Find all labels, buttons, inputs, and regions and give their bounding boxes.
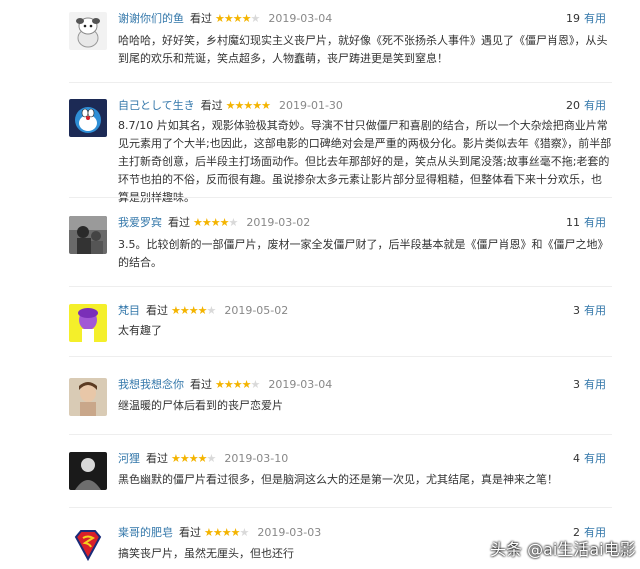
useful-count: 3 <box>573 304 580 317</box>
useful-count: 19 <box>566 12 580 25</box>
useful-button[interactable]: 有用 <box>584 99 606 112</box>
purple-head-avatar[interactable] <box>69 304 107 342</box>
review-date: 2019-03-04 <box>268 378 333 391</box>
divider <box>69 286 612 287</box>
useful-count: 11 <box>566 216 580 229</box>
superman-logo-avatar[interactable] <box>69 526 107 564</box>
review-text: 太有趣了 <box>118 324 162 337</box>
sheep-avatar[interactable] <box>69 12 107 50</box>
star-rating: ★★★★★ <box>171 304 216 317</box>
divider <box>69 507 612 508</box>
divider <box>69 356 612 357</box>
useful-button[interactable]: 有用 <box>584 304 606 317</box>
useful-count: 20 <box>566 99 580 112</box>
useful-vote: 20 有用 <box>566 99 606 113</box>
review-date: 2019-03-03 <box>257 526 322 539</box>
useful-count: 3 <box>573 378 580 391</box>
review-text: 3.5。比较创新的一部僵尸片，废材一家全发僵尸财了，后半段基本就是《僵尸肖恩》和… <box>118 238 609 269</box>
review-meta: 梵目 看过 ★★★★★ 2019-05-02 <box>118 304 288 318</box>
watched-status: 看过 <box>179 526 201 539</box>
useful-button[interactable]: 有用 <box>584 216 606 229</box>
star-rating: ★★★★★ <box>215 12 260 25</box>
username-link[interactable]: 枽哥的肥皂 <box>118 526 173 539</box>
watermark: 头条 @ai生活ai电影 <box>490 540 636 559</box>
username-link[interactable]: 河狸 <box>118 452 140 465</box>
review-meta: 我想我想念你 看过 ★★★★★ 2019-03-04 <box>118 378 332 392</box>
star-rating: ★★★★★ <box>204 526 249 539</box>
dark-figure-avatar[interactable] <box>69 452 107 490</box>
bw-photo-avatar[interactable] <box>69 216 107 254</box>
review-date: 2019-03-04 <box>268 12 333 25</box>
watched-status: 看过 <box>146 304 168 317</box>
doraemon-avatar[interactable] <box>69 99 107 137</box>
useful-button[interactable]: 有用 <box>584 12 606 25</box>
review-text: 黑色幽默的僵尸片看过很多，但是脑洞这么大的还是第一次见，尤其结尾，真是神来之笔！ <box>118 473 558 486</box>
useful-vote: 11 有用 <box>566 216 606 230</box>
watched-status: 看过 <box>190 12 212 25</box>
review-date: 2019-03-02 <box>246 216 311 229</box>
review-date: 2019-05-02 <box>224 304 289 317</box>
review-meta: 枽哥的肥皂 看过 ★★★★★ 2019-03-03 <box>118 526 321 540</box>
star-rating: ★★★★★ <box>193 216 238 229</box>
watched-status: 看过 <box>200 99 223 112</box>
star-rating: ★★★★★ <box>215 378 260 391</box>
review-text: 8.7/10 片如其名，观影体验极其奇妙。导演不甘只做僵尸和喜剧的结合，所以一个… <box>118 119 612 204</box>
review-meta: 自己として生き 看过 ★★★★★ 2019-01-30 <box>118 99 343 113</box>
review-text: 哈哈哈，好好笑，乡村魔幻现实主义丧尸片，就好像《死不张扬杀人事件》遇见了《僵尸肖… <box>118 34 608 65</box>
divider <box>69 82 612 83</box>
username-link[interactable]: 自己として生き <box>118 99 195 112</box>
review-meta: 河狸 看过 ★★★★★ 2019-03-10 <box>118 452 288 466</box>
star-rating: ★★★★★ <box>225 99 271 112</box>
review-meta: 谢谢你们的鱼 看过 ★★★★★ 2019-03-04 <box>118 12 332 26</box>
useful-count: 4 <box>573 452 580 465</box>
review-text: 继温暖的尸体后看到的丧尸恋爱片 <box>118 399 283 412</box>
star-rating: ★★★★★ <box>171 452 216 465</box>
username-link[interactable]: 梵目 <box>118 304 140 317</box>
watched-status: 看过 <box>190 378 212 391</box>
child-photo-avatar[interactable] <box>69 378 107 416</box>
useful-vote: 3 有用 <box>573 378 606 392</box>
review-date: 2019-01-30 <box>278 99 343 112</box>
divider <box>69 197 612 198</box>
review-date: 2019-03-10 <box>224 452 289 465</box>
review-meta: 我爱罗宾 看过 ★★★★★ 2019-03-02 <box>118 216 310 230</box>
useful-vote: 19 有用 <box>566 12 606 26</box>
username-link[interactable]: 我想我想念你 <box>118 378 184 391</box>
useful-vote: 4 有用 <box>573 452 606 466</box>
divider <box>69 434 612 435</box>
watched-status: 看过 <box>168 216 190 229</box>
useful-vote: 3 有用 <box>573 304 606 318</box>
watched-status: 看过 <box>146 452 168 465</box>
useful-button[interactable]: 有用 <box>584 452 606 465</box>
username-link[interactable]: 谢谢你们的鱼 <box>118 12 184 25</box>
username-link[interactable]: 我爱罗宾 <box>118 216 162 229</box>
useful-button[interactable]: 有用 <box>584 378 606 391</box>
